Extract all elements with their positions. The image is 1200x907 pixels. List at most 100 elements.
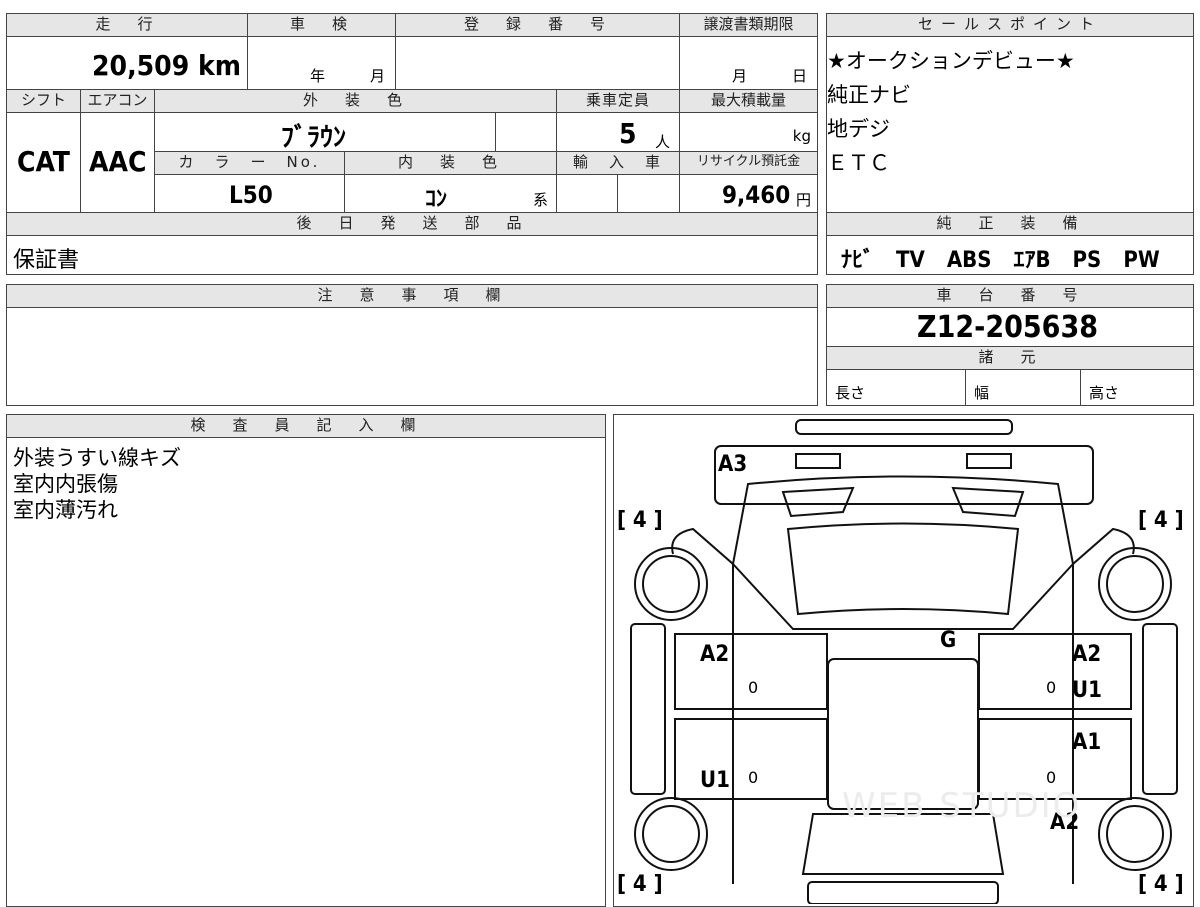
spec-height-cell: 高さ <box>1080 369 1194 406</box>
wheel-rear-left-shape <box>634 797 708 871</box>
wheel-rear-left-inner-shape <box>642 805 700 863</box>
interior-color-cell: ｺﾝ 系 <box>344 174 557 213</box>
recycle-value: 9,460 <box>722 181 791 209</box>
door-front-left-shape <box>674 633 828 710</box>
wheel-front-right-shape <box>1098 547 1172 621</box>
exterior-color-value: ﾌﾞﾗｳﾝ <box>281 123 347 153</box>
damage-mark-front-left-door: A2 <box>700 642 730 667</box>
headlight-left-shape <box>795 453 841 469</box>
sales-point-line: ★オークションデビュー★ <box>827 49 1075 73</box>
later-parts-cell: 保証書 <box>6 235 818 275</box>
body-right-shape <box>1072 527 1135 884</box>
interior-color-value: ｺﾝ <box>425 187 448 212</box>
spec-length-label: 長さ <box>835 384 866 402</box>
color-no-header: カ ラ ー No. <box>154 151 345 175</box>
capacity-value: 5 <box>619 117 637 150</box>
sales-point-line: 地デジ <box>827 117 890 141</box>
wheel-front-left-inner-shape <box>642 555 700 613</box>
aircon-header: エアコン <box>80 89 155 113</box>
capacity-cell: 5 人 <box>556 112 680 152</box>
capacity-unit: 人 <box>655 133 671 151</box>
later-parts-header: 後 日 発 送 部 品 <box>6 212 818 236</box>
shift-cell: CAT <box>6 112 81 213</box>
pillar-left-shape <box>630 623 666 795</box>
tire-label-front-right: [ 4 ] <box>1138 508 1184 533</box>
zero-mark: 0 <box>1046 678 1057 697</box>
chassis-number: Z12-205638 <box>917 310 1099 345</box>
aircon-cell: AAC <box>80 112 155 213</box>
headlight-right-shape <box>966 453 1012 469</box>
mileage-value: 20,509 km <box>92 49 241 82</box>
sales-point-line: 純正ナビ <box>827 83 911 107</box>
mileage-header: 走 行 <box>6 13 248 37</box>
zero-mark: 0 <box>1046 768 1057 787</box>
later-parts-value: 保証書 <box>13 248 80 273</box>
inspection-cell: 年 月 <box>247 36 396 90</box>
oem-equipment-header: 純 正 装 備 <box>826 212 1194 236</box>
grille-left-shape <box>781 486 855 518</box>
front-bumper-shape <box>714 445 1094 505</box>
zero-mark: 0 <box>748 768 759 787</box>
inspection-month-label: 月 <box>370 67 386 85</box>
damage-mark-front-right-door: A2 <box>1072 642 1102 667</box>
inspector-header: 検 査 員 記 入 欄 <box>6 414 606 438</box>
rear-bumper-shape <box>807 881 999 904</box>
tire-label-rear-left: [ 4 ] <box>617 872 663 897</box>
transfer-deadline-cell: 月 日 <box>679 36 818 90</box>
shift-header: シフト <box>6 89 81 113</box>
damage-mark-windshield: G <box>940 628 957 653</box>
aircon-value: AAC <box>89 145 147 178</box>
chassis-cell: Z12-205638 <box>826 307 1194 347</box>
exterior-color-cell: ﾌﾞﾗｳﾝ <box>154 112 496 153</box>
color-no-cell: L50 <box>154 174 345 213</box>
transfer-month-label: 月 <box>732 67 748 85</box>
import-cell-b <box>617 174 680 213</box>
sales-point-line: ＥＴＣ <box>827 151 890 175</box>
interior-color-header: 内 装 色 <box>344 151 557 175</box>
reg-no-cell <box>395 36 680 90</box>
transfer-deadline-header: 譲渡書類期限 <box>679 13 818 37</box>
oem-equipment-cell: ﾅﾋﾞ TV ABS ｴｱB PS PW <box>826 235 1194 275</box>
import-cell-a <box>556 174 618 213</box>
chassis-header: 車 台 番 号 <box>826 284 1194 308</box>
wheel-front-left-shape <box>634 547 708 621</box>
tire-label-front-left: [ 4 ] <box>617 508 663 533</box>
shift-value: CAT <box>17 145 70 178</box>
door-front-right-shape <box>978 633 1132 710</box>
tire-label-rear-right: [ 4 ] <box>1138 872 1184 897</box>
watermark: WEB STUDIO <box>842 786 1082 826</box>
notes-header: 注 意 事 項 欄 <box>6 284 818 308</box>
body-left-shape <box>671 527 734 884</box>
max-load-header: 最大積載量 <box>679 89 818 113</box>
notes-body <box>6 307 818 406</box>
recycle-unit: 円 <box>796 191 812 209</box>
recycle-cell: 9,460 円 <box>679 174 818 213</box>
capacity-header: 乗車定員 <box>556 89 680 113</box>
oem-equipment-value: ﾅﾋﾞ TV ABS ｴｱB PS PW <box>841 248 1160 273</box>
sales-point-body: ★オークションデビュー★ 純正ナビ 地デジ ＥＴＣ <box>826 36 1194 213</box>
grille-right-shape <box>951 486 1025 518</box>
exterior-color-header: 外 装 色 <box>154 89 557 113</box>
damage-mark-front: A3 <box>718 452 748 477</box>
recycle-header: リサイクル預託金 <box>679 151 818 175</box>
windshield-shape <box>786 522 1020 616</box>
wheel-front-right-inner-shape <box>1106 555 1164 613</box>
wheel-rear-right-inner-shape <box>1106 805 1164 863</box>
damage-mark-front-right-sill: U1 <box>1072 678 1102 703</box>
door-rear-left-shape <box>674 718 828 800</box>
sales-point-header: セールスポイント <box>826 13 1194 37</box>
inspection-year-label: 年 <box>310 67 326 85</box>
inspection-header: 車 検 <box>247 13 396 37</box>
inspector-line: 室内薄汚れ <box>13 498 118 522</box>
reg-no-header: 登 録 番 号 <box>395 13 680 37</box>
roof-spoiler-shape <box>795 419 1013 435</box>
damage-mark-rear-left-door: U1 <box>700 768 730 793</box>
color-no-value: L50 <box>229 181 273 209</box>
spec-height-label: 高さ <box>1089 384 1120 402</box>
spec-length-cell: 長さ <box>826 369 966 406</box>
max-load-cell: kg <box>679 112 818 152</box>
wheel-rear-right-shape <box>1098 797 1172 871</box>
zero-mark: 0 <box>748 678 759 697</box>
pillar-right-shape <box>1142 623 1178 795</box>
max-load-unit: kg <box>792 127 811 145</box>
